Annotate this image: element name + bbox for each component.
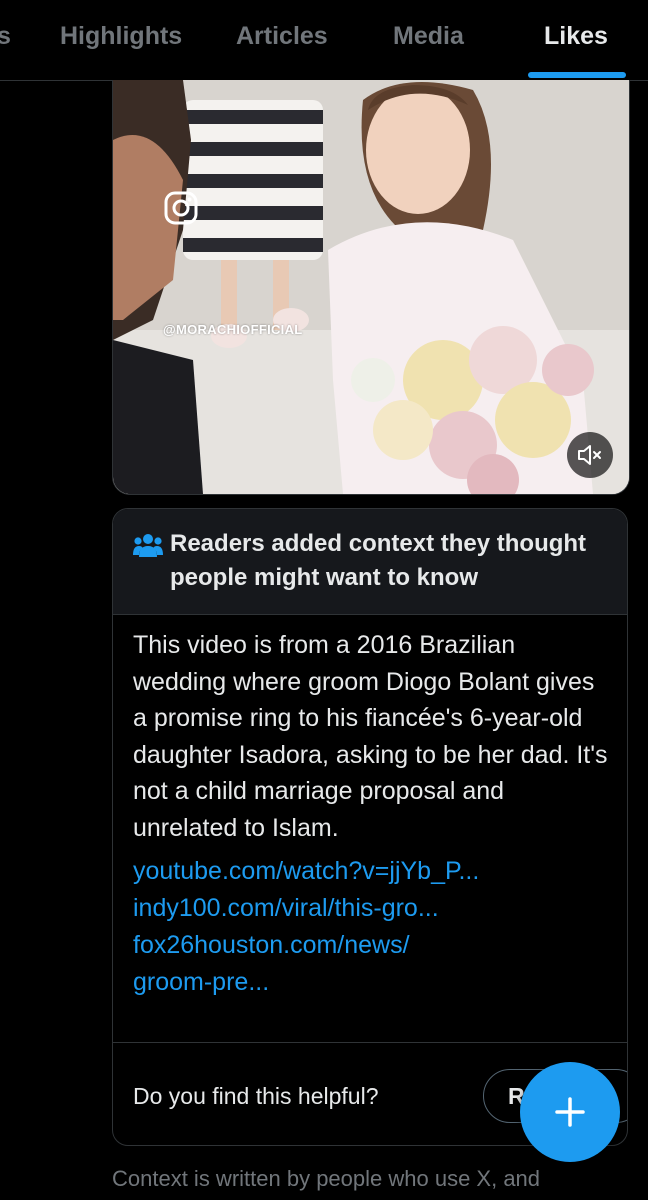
source-link-youtube[interactable]: youtube.com/watch?v=jjYb_P... [133, 853, 613, 890]
source-link-indy100[interactable]: indy100.com/viral/this-gro... [133, 890, 613, 927]
volume-muted-icon[interactable] [567, 432, 613, 478]
tab-likes[interactable]: Likes [544, 22, 608, 51]
people-icon [133, 534, 163, 557]
instagram-icon [164, 191, 198, 225]
tab-articles[interactable]: Articles [236, 22, 328, 51]
source-link-fox26[interactable]: fox26houston.com/news/ [133, 927, 613, 964]
community-note: Readers added context they thought peopl… [112, 508, 628, 1146]
community-note-title: Readers added context they thought peopl… [170, 530, 587, 591]
community-note-body: This video is from a 2016 Brazilian wedd… [133, 631, 608, 842]
compose-button[interactable] [520, 1062, 620, 1162]
divider [113, 1042, 627, 1043]
post-video[interactable]: @MORACHIOFFICIAL [112, 80, 630, 495]
helpful-question: Do you find this helpful? [133, 1083, 379, 1109]
tab-media[interactable]: Media [393, 22, 464, 51]
tab-highlights[interactable]: Highlights [60, 22, 182, 51]
community-note-sources: youtube.com/watch?v=jjYb_P... indy100.co… [133, 853, 613, 1001]
plus-icon [555, 1097, 585, 1127]
tab-partial[interactable]: s [0, 22, 11, 51]
community-note-header: Readers added context they thought peopl… [113, 509, 627, 615]
context-footer-text: Context is written by people who use X, … [112, 1166, 541, 1191]
video-frame-illustration [113, 80, 629, 494]
source-link-fox26-continued[interactable]: groom-pre... [133, 964, 613, 1001]
profile-tabs: s Highlights Articles Media Likes [0, 0, 648, 81]
active-tab-indicator [528, 72, 626, 78]
video-watermark: @MORACHIOFFICIAL [163, 322, 303, 337]
